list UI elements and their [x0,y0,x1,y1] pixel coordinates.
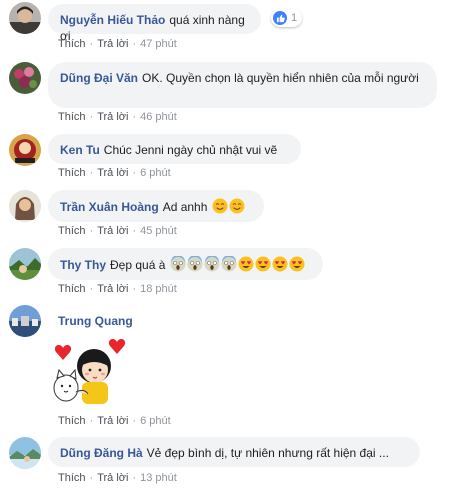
avatar[interactable] [9,134,41,166]
heart-eyes-face-icon [289,256,305,272]
commenter-name[interactable]: Dũng Đại Văn [60,71,138,85]
comment-bubble: Thy Thy Đẹp quá à [48,248,323,280]
separator-dot: · [89,472,94,484]
avatar[interactable] [9,248,41,280]
comment-bubble: Trần Xuân Hoàng Ad anhh [48,190,264,222]
separator-dot: · [132,472,137,484]
commenter-name[interactable]: Nguyễn Hiếu Thảo [60,13,165,27]
comment-text: Đẹp quá à [110,258,166,272]
comment-actions: Thích · Trả lời · 47 phút [58,37,177,51]
heart-eyes-face-icon [255,256,271,272]
smiling-face-icon [211,198,228,214]
separator-dot: · [89,167,94,179]
separator-dot: · [132,225,137,237]
girl-and-cat-hearts-sticker[interactable] [48,336,128,408]
timestamp[interactable]: 47 phút [140,38,177,50]
reply-link[interactable]: Trả lời [97,111,128,123]
comment-bubble: Ken Tu Chúc Jenni ngày chủ nhật vui vẽ [48,134,301,164]
like-link[interactable]: Thích [58,111,86,123]
avatar[interactable] [9,62,41,94]
separator-dot: · [132,283,137,295]
comment-actions: Thích · Trả lời · 13 phút [58,471,177,485]
reply-link[interactable]: Trả lời [97,283,128,295]
screaming-face-icon [186,256,203,272]
separator-dot: · [89,38,94,50]
commenter-name[interactable]: Thy Thy [60,258,106,272]
separator-dot: · [132,38,137,50]
reply-link[interactable]: Trả lời [97,225,128,237]
avatar-photo-icon [9,190,41,222]
comment-actions: Thích · Trả lời · 46 phút [58,110,177,124]
screaming-face-icon [220,256,237,272]
comment-text: Vẻ đẹp bình dị, tự nhiên nhưng rất hiện … [146,446,389,460]
avatar-photo-icon [9,305,41,337]
avatar-photo-icon [9,2,41,34]
like-link[interactable]: Thích [58,283,86,295]
comment-text: Chúc Jenni ngày chủ nhật vui vẽ [103,143,278,157]
timestamp[interactable]: 6 phút [140,167,171,179]
comment-bubble: Nguyễn Hiếu Thảo quá xinh nàng ơi [48,4,261,43]
heart-eyes-face-icon [238,256,254,272]
separator-dot: · [89,415,94,427]
commenter-name[interactable]: Trần Xuân Hoàng [60,200,159,214]
like-icon [273,11,287,25]
comment-text: Ad anhh [162,200,208,214]
comment-actions: Thích · Trả lời · 18 phút [58,282,177,296]
reaction-count-badge[interactable]: 1 [271,9,303,27]
timestamp[interactable]: 13 phút [140,472,177,484]
avatar-photo-icon [9,248,41,280]
avatar-photo-icon [9,62,41,94]
avatar[interactable] [9,2,41,34]
commenter-name[interactable]: Ken Tu [60,143,100,157]
avatar-photo-icon [9,134,41,166]
avatar[interactable] [9,305,41,337]
like-link[interactable]: Thích [58,167,86,179]
separator-dot: · [89,111,94,123]
separator-dot: · [132,167,137,179]
avatar[interactable] [9,190,41,222]
screaming-face-icon [169,256,186,272]
like-link[interactable]: Thích [58,38,86,50]
like-link[interactable]: Thích [58,472,86,484]
comment-actions: Thích · Trả lời · 6 phút [58,414,171,428]
avatar[interactable] [9,437,41,469]
reply-link[interactable]: Trả lời [97,415,128,427]
reply-link[interactable]: Trả lời [97,167,128,179]
comment-actions: Thích · Trả lời · 6 phút [58,166,171,180]
separator-dot: · [132,415,137,427]
timestamp[interactable]: 45 phút [140,225,177,237]
heart-eyes-face-icon [272,256,288,272]
reply-link[interactable]: Trả lời [97,472,128,484]
screaming-face-icon [203,256,220,272]
separator-dot: · [132,111,137,123]
like-link[interactable]: Thích [58,415,86,427]
reaction-count: 1 [291,12,298,24]
commenter-name[interactable]: Trung Quang [58,314,133,328]
smiling-face-icon [228,198,245,214]
comment-actions: Thích · Trả lời · 45 phút [58,224,177,238]
separator-dot: · [89,225,94,237]
timestamp[interactable]: 6 phút [140,415,171,427]
avatar-photo-icon [9,437,41,469]
comment-bubble: Dũng Đăng Hà Vẻ đẹp bình dị, tự nhiên như… [48,437,420,467]
comment-text: OK. Quyền chọn là quyền hiển nhiên của m… [142,71,419,85]
timestamp[interactable]: 18 phút [140,283,177,295]
commenter-name[interactable]: Dũng Đăng Hà [60,446,143,460]
timestamp[interactable]: 46 phút [140,111,177,123]
separator-dot: · [89,283,94,295]
like-link[interactable]: Thích [58,225,86,237]
comment-bubble: Dũng Đại Văn OK. Quyền chọn là quyền hiển… [48,62,437,108]
reply-link[interactable]: Trả lời [97,38,128,50]
